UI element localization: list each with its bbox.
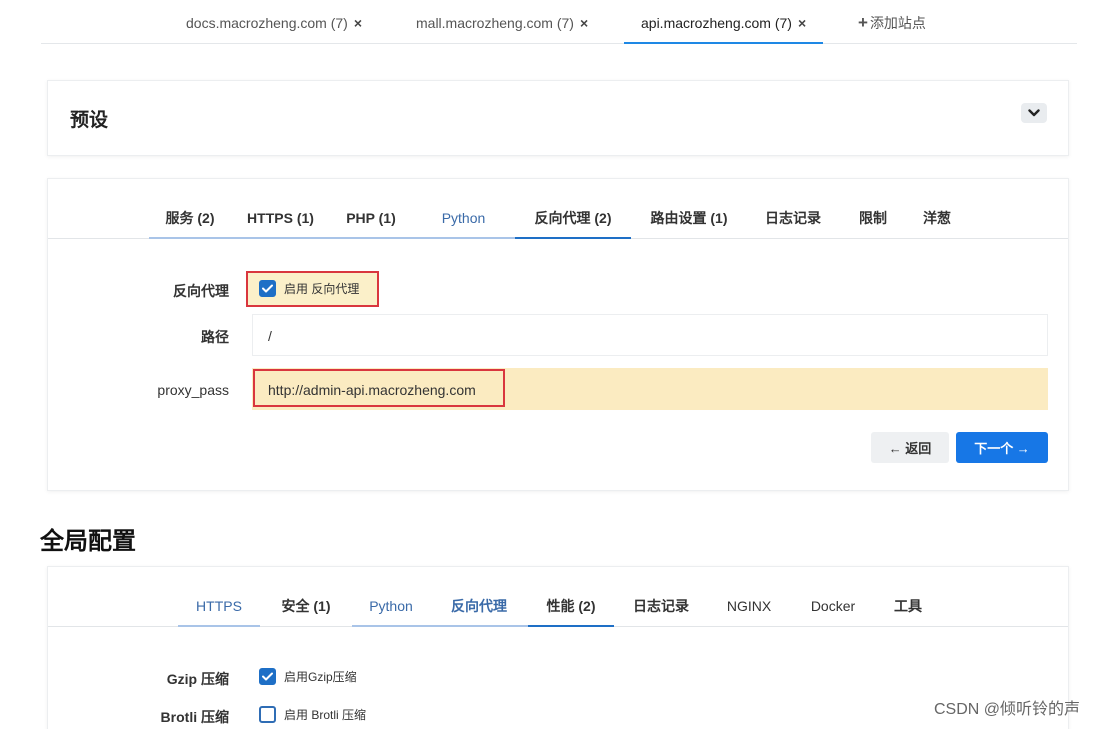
next-button[interactable]: 下一个 → [956,432,1048,463]
tab-routing[interactable]: 路由设置 (1) [641,179,737,239]
global-config-card: HTTPS 安全 (1) Python 反向代理 性能 (2) 日志记录 NGI… [47,566,1069,729]
plus-icon: + [858,13,868,32]
chevron-down-icon [1028,109,1040,117]
site-tab-label: mall.macrozheng.com (7) [416,15,574,31]
checkbox-label: 启用 Brotli 压缩 [284,708,367,722]
tab-global-reverse-proxy[interactable]: 反向代理 [430,567,528,627]
site-tab-mall[interactable]: mall.macrozheng.com (7) × [416,0,588,44]
site-tab-label: api.macrozheng.com (7) [641,15,792,31]
tab-global-docker[interactable]: Docker [800,567,866,627]
enable-reverse-proxy-checkbox[interactable]: 启用 反向代理 [259,280,359,297]
tab-limits[interactable]: 限制 [849,179,897,239]
tab-global-https[interactable]: HTTPS [178,567,260,627]
site-tab-bar: docs.macrozheng.com (7) × mall.macrozheng… [41,0,1077,44]
tab-global-performance[interactable]: 性能 (2) [528,567,614,627]
proxy-tab-bar: 服务 (2) HTTPS (1) PHP (1) Python 反向代理 (2)… [48,179,1068,239]
checkbox-label: 启用Gzip压缩 [284,670,357,684]
tab-service[interactable]: 服务 (2) [149,179,231,239]
checkbox-label: 启用 反向代理 [284,282,360,296]
tab-onion[interactable]: 洋葱 [914,179,960,239]
add-site-label: 添加站点 [869,15,926,31]
preset-card: 预设 [47,80,1069,156]
reverse-proxy-label: 反向代理 [173,283,229,299]
watermark: CSDN @倾听铃的声 [933,701,1080,718]
enable-brotli-checkbox[interactable]: 启用 Brotli 压缩 [259,706,366,723]
tab-https[interactable]: HTTPS (1) [231,179,330,239]
tab-logging[interactable]: 日志记录 [755,179,831,239]
site-tab-api[interactable]: api.macrozheng.com (7) × [624,0,824,44]
enable-gzip-checkbox[interactable]: 启用Gzip压缩 [259,668,357,685]
tab-python[interactable]: Python [412,179,515,239]
close-icon[interactable]: × [580,15,588,31]
brotli-label: Brotli 压缩 [160,709,229,725]
checkbox-unchecked[interactable] [259,706,276,723]
preset-title: 预设 [70,110,109,131]
close-icon[interactable]: × [798,15,806,31]
add-site-button[interactable]: + 添加站点 [858,0,926,44]
tab-global-security[interactable]: 安全 (1) [260,567,352,627]
tab-reverse-proxy[interactable]: 反向代理 (2) [515,179,631,239]
checkbox-checked[interactable] [259,668,276,685]
global-config-title: 全局配置 [40,528,136,555]
tab-global-tools[interactable]: 工具 [883,567,933,627]
check-icon [262,284,273,293]
tab-php[interactable]: PHP (1) [330,179,412,239]
tab-global-nginx[interactable]: NGINX [718,567,780,627]
tab-global-python[interactable]: Python [352,567,430,627]
check-icon [262,672,273,681]
checkbox-checked[interactable] [259,280,276,297]
path-input[interactable]: / [252,314,1048,356]
proxy-pass-label: proxy_pass [157,382,229,398]
gzip-label: Gzip 压缩 [166,671,229,687]
global-tab-bar: HTTPS 安全 (1) Python 反向代理 性能 (2) 日志记录 NGI… [48,567,1068,627]
expand-toggle[interactable] [1021,103,1047,123]
annotation-box [253,369,505,407]
path-label: 路径 [201,329,229,345]
site-tab-label: docs.macrozheng.com (7) [186,15,348,31]
close-icon[interactable]: × [354,15,362,31]
tab-global-logging[interactable]: 日志记录 [623,567,699,627]
site-tab-docs[interactable]: docs.macrozheng.com (7) × [186,0,362,44]
back-button[interactable]: ← 返回 [871,432,949,463]
proxy-config-card: 服务 (2) HTTPS (1) PHP (1) Python 反向代理 (2)… [47,178,1069,491]
